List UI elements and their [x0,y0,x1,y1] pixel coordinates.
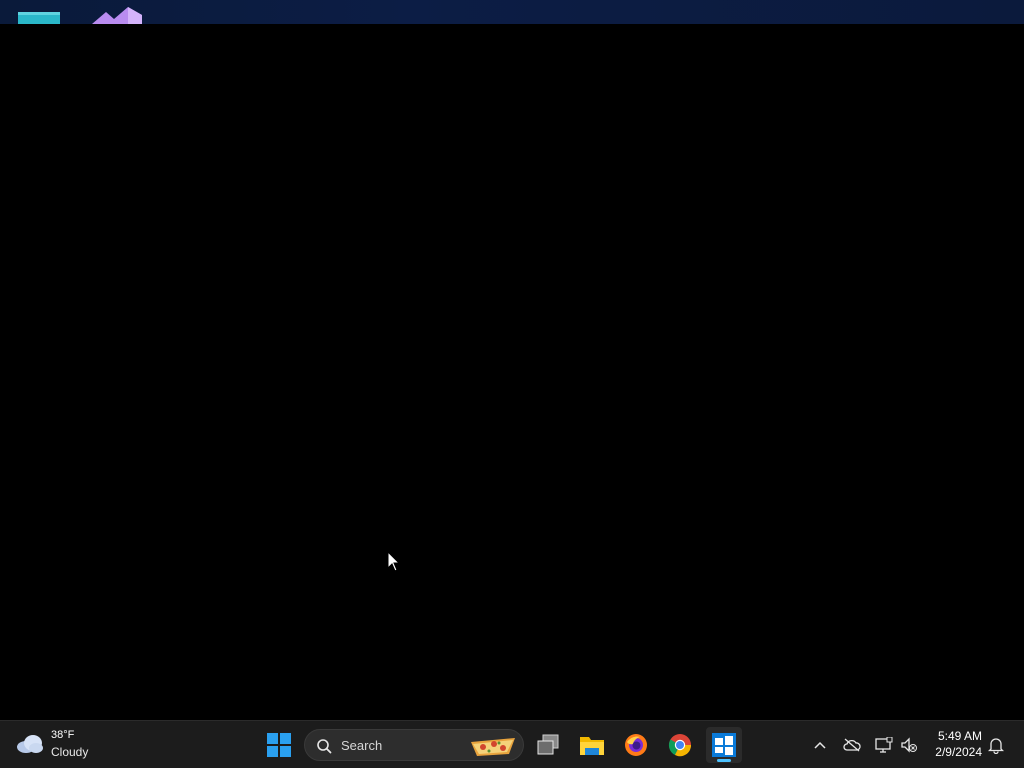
chrome-button[interactable] [662,727,698,763]
search-label: Search [341,738,383,753]
notifications-button[interactable] [985,733,1007,757]
bell-icon [988,738,1004,754]
file-explorer-button[interactable] [574,727,610,763]
chevron-up-icon [814,741,826,749]
windows-start-icon [267,733,291,757]
cloud-off-icon [843,738,861,752]
desktop-app-icon-1[interactable] [18,12,60,24]
tray-network[interactable] [873,733,895,757]
volume-muted-icon [901,737,917,753]
weather-temperature: 38°F [51,729,75,741]
windows-app-icon [712,733,736,757]
taskbar-clock[interactable]: 5:49 AM 2/9/2024 [926,727,988,763]
clock-date: 2/9/2024 [935,745,982,759]
weather-condition: Cloudy [51,745,89,759]
show-hidden-icons-button[interactable] [809,733,831,757]
clock-time: 5:49 AM [937,729,982,743]
windows-app-button[interactable] [706,727,742,763]
search-icon [317,739,332,754]
active-app-indicator [717,759,731,762]
mouse-cursor-icon [387,551,401,572]
firefox-icon [625,734,647,756]
folder-icon [580,737,604,755]
task-view-button[interactable] [530,727,566,763]
start-button[interactable] [262,727,296,763]
desktop-app-icon-2[interactable] [92,5,142,24]
firefox-button[interactable] [618,727,654,763]
network-icon [875,737,893,753]
desktop-top-strip [0,0,1024,24]
tray-onedrive[interactable] [841,733,863,757]
taskbar-search-box[interactable]: Search [304,729,524,761]
chrome-icon [668,734,692,757]
tray-volume[interactable] [898,733,920,757]
taskbar: 38°F Cloudy Search 5:49 AM 2/9/2024 [0,720,1024,768]
cloud-icon [17,735,43,753]
desktop[interactable] [0,0,1024,720]
task-view-icon [537,734,559,755]
weather-widget[interactable]: 38°F Cloudy [14,727,124,763]
pizza-icon [471,738,515,756]
